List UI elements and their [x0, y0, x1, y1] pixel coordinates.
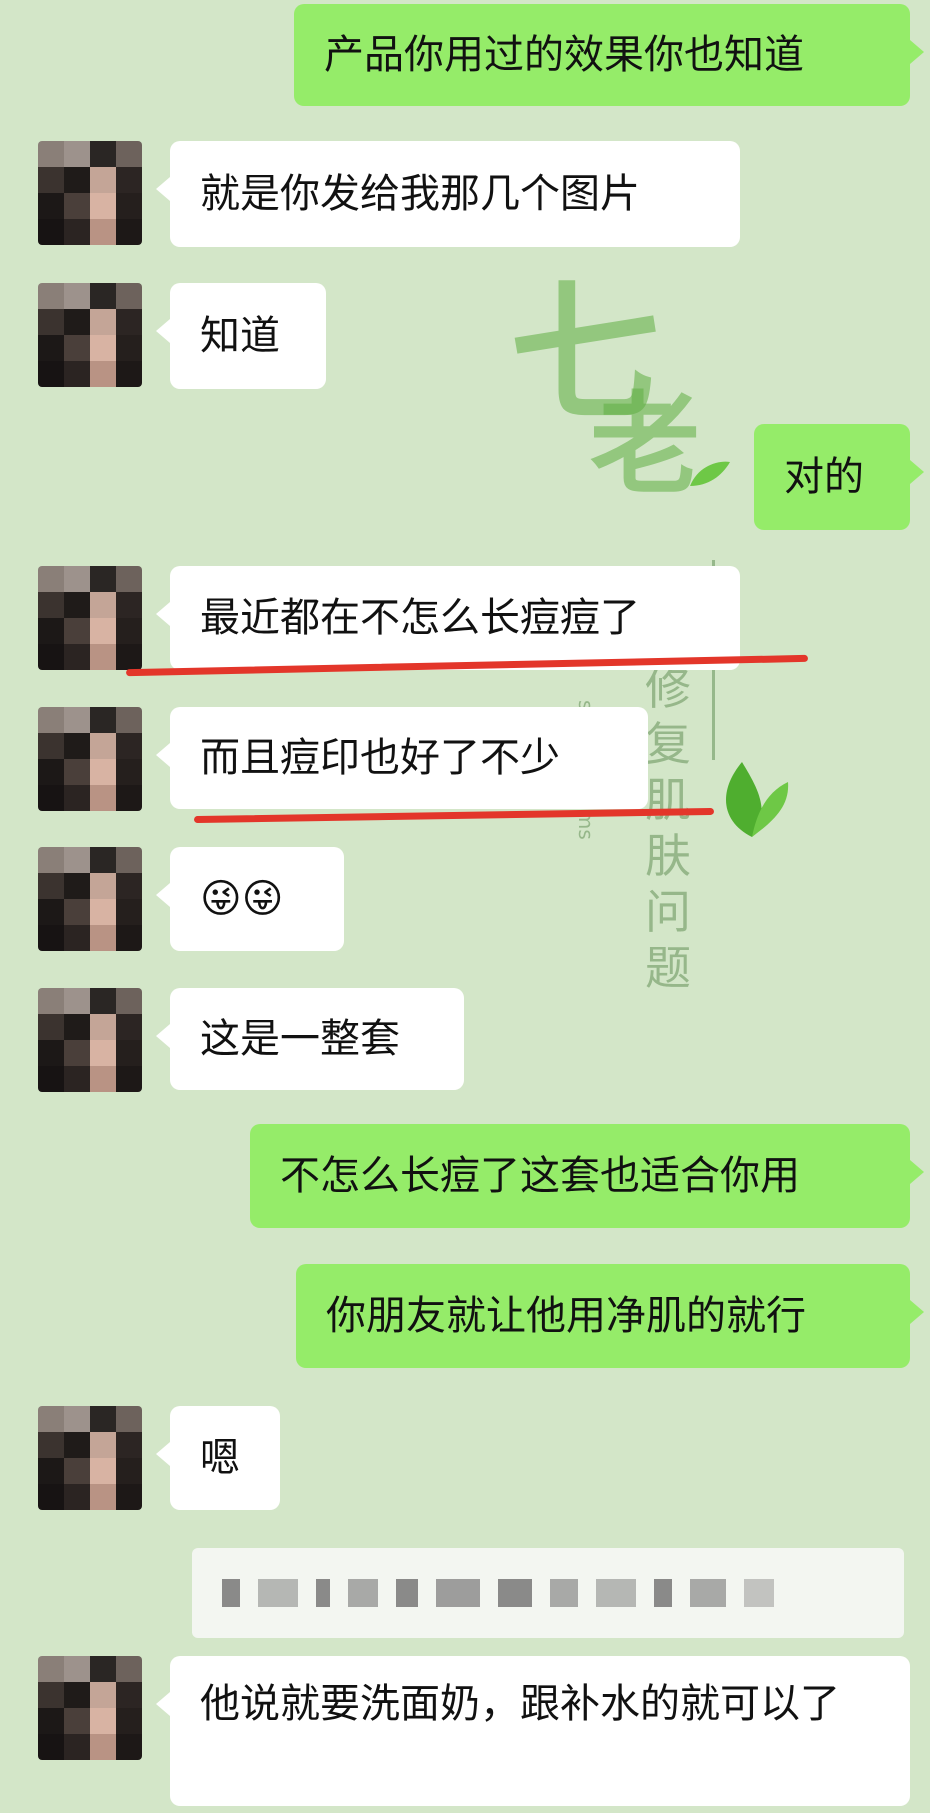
- message-text: 知道: [200, 313, 280, 359]
- emoji-text: 😜😜: [200, 876, 284, 922]
- chat-area: 七 老 修复肌肤问题 skin problems 产品你用过的效果你也知道 就是…: [0, 0, 930, 1813]
- message-bubble-outgoing[interactable]: 你朋友就让他用净肌的就行: [296, 1264, 924, 1368]
- avatar[interactable]: [38, 1656, 142, 1760]
- message-bubble-incoming[interactable]: 最近都在不怎么长痘痘了: [156, 566, 740, 670]
- message-bubble-incoming[interactable]: 知道: [156, 283, 326, 389]
- message-bubble-outgoing[interactable]: 产品你用过的效果你也知道: [294, 4, 924, 106]
- message-text: 不怎么长痘了这套也适合你用: [280, 1153, 800, 1199]
- message-text: 对的: [784, 454, 864, 500]
- avatar[interactable]: [38, 566, 142, 670]
- message-bubble-incoming[interactable]: 就是你发给我那几个图片: [156, 141, 740, 247]
- message-bubble-incoming[interactable]: 而且痘印也好了不少: [156, 707, 648, 809]
- avatar[interactable]: [38, 141, 142, 245]
- obscured-content: [192, 1548, 904, 1638]
- message-bubble-incoming[interactable]: 这是一整套: [156, 988, 464, 1090]
- message-bubble-outgoing[interactable]: 对的: [754, 424, 924, 530]
- message-bubble-outgoing[interactable]: 不怎么长痘了这套也适合你用: [250, 1124, 924, 1228]
- message-bubble-incoming[interactable]: 嗯: [156, 1406, 280, 1510]
- leaf-icon-small: [688, 458, 732, 492]
- avatar[interactable]: [38, 988, 142, 1092]
- avatar[interactable]: [38, 1406, 142, 1510]
- message-text: 就是你发给我那几个图片: [200, 171, 640, 217]
- avatar[interactable]: [38, 847, 142, 951]
- leaf-icon: [712, 752, 792, 846]
- avatar[interactable]: [38, 707, 142, 811]
- message-text: 他说就要洗面奶，跟补水的就可以了: [200, 1681, 840, 1727]
- message-bubble-incoming[interactable]: 😜😜: [156, 847, 344, 951]
- watermark-logo-2: 老: [590, 381, 700, 509]
- message-text: 这是一整套: [200, 1016, 400, 1062]
- message-bubble-incoming[interactable]: 他说就要洗面奶，跟补水的就可以了: [156, 1656, 910, 1806]
- message-text: 嗯: [200, 1435, 240, 1481]
- red-underline: [193, 807, 715, 824]
- message-text: 产品你用过的效果你也知道: [324, 32, 804, 78]
- watermark-vertical-text: 修复肌肤问题: [645, 661, 691, 995]
- message-text: 最近都在不怎么长痘痘了: [200, 595, 640, 641]
- avatar[interactable]: [38, 283, 142, 387]
- message-text: 你朋友就让他用净肌的就行: [326, 1293, 806, 1339]
- watermark-logo: 七: [510, 268, 661, 442]
- message-text: 而且痘印也好了不少: [200, 735, 560, 781]
